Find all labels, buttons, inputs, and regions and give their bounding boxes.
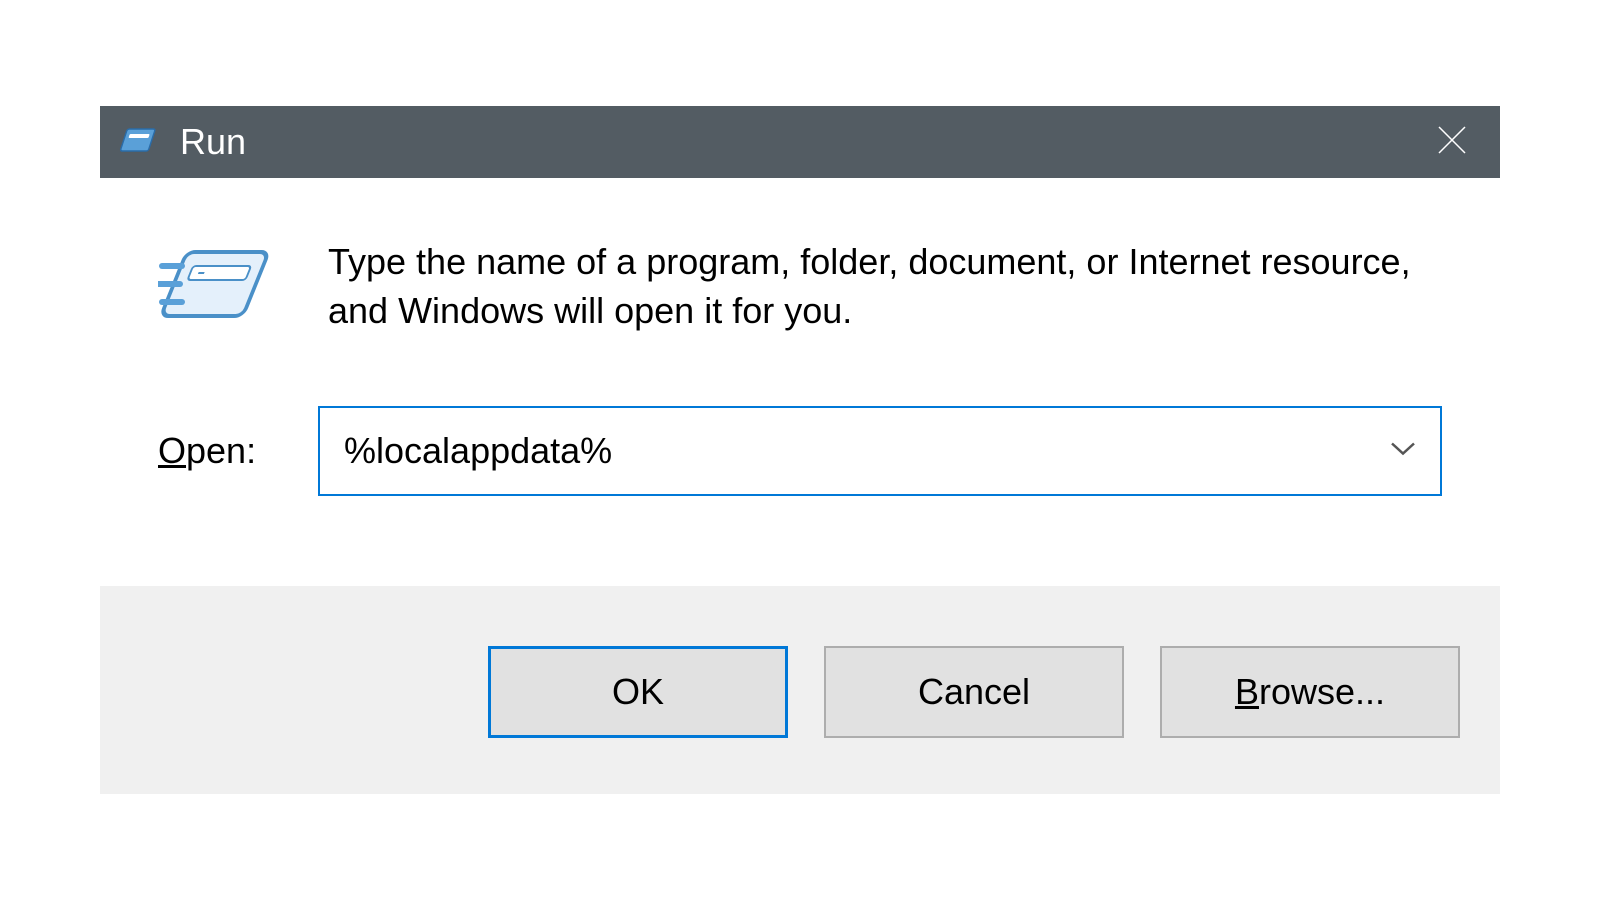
- browse-rest: rowse...: [1259, 671, 1385, 712]
- open-input[interactable]: [320, 408, 1440, 494]
- browse-button[interactable]: Browse...: [1160, 646, 1460, 738]
- run-dialog: Run: [100, 106, 1500, 793]
- titlebar-title: Run: [180, 121, 1422, 163]
- open-mnemonic: O: [158, 430, 186, 471]
- cancel-button[interactable]: Cancel: [824, 646, 1124, 738]
- close-icon: [1435, 123, 1469, 162]
- titlebar[interactable]: Run: [100, 106, 1500, 178]
- run-big-icon: [158, 244, 278, 334]
- run-titlebar-icon: [118, 127, 158, 157]
- close-button[interactable]: [1422, 112, 1482, 172]
- open-label: Open:: [158, 430, 278, 472]
- ok-button[interactable]: OK: [488, 646, 788, 738]
- open-label-rest: pen:: [186, 430, 256, 471]
- description-text: Type the name of a program, folder, docu…: [328, 238, 1442, 335]
- input-row: Open:: [158, 406, 1442, 496]
- dialog-body: Type the name of a program, folder, docu…: [100, 178, 1500, 585]
- description-row: Type the name of a program, folder, docu…: [158, 238, 1442, 335]
- browse-mnemonic: B: [1235, 671, 1259, 712]
- button-area: OK Cancel Browse...: [100, 586, 1500, 794]
- open-combobox[interactable]: [318, 406, 1442, 496]
